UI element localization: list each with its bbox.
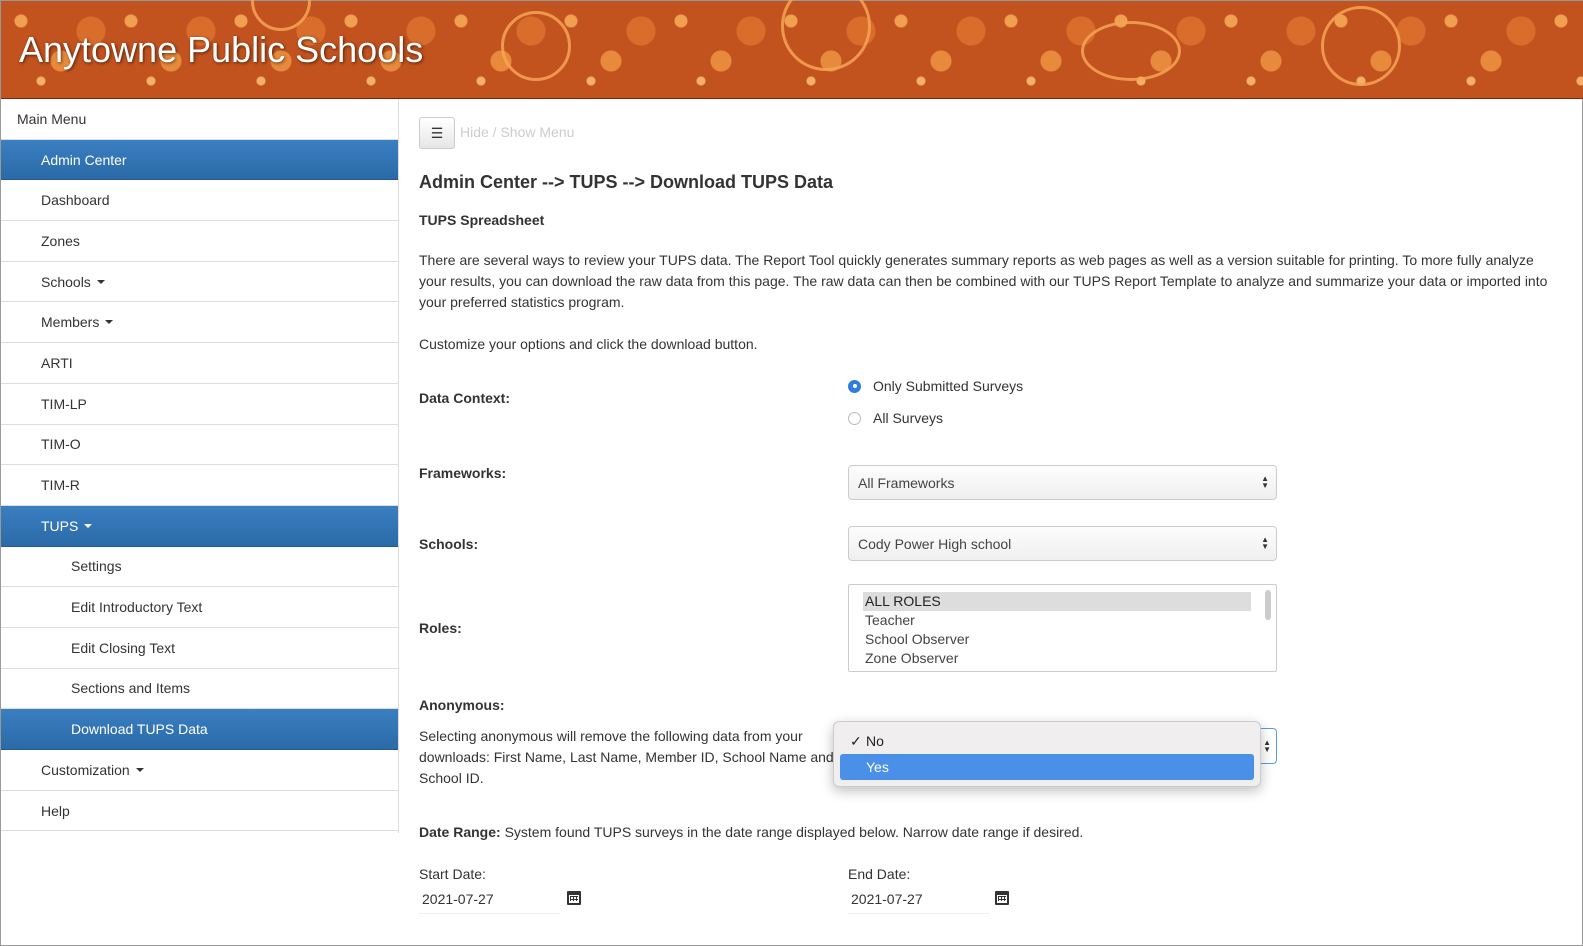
sidebar-item-label: Edit Closing Text xyxy=(71,639,176,656)
option-label: Yes xyxy=(866,759,889,775)
sidebar-main-menu[interactable]: Main Menu xyxy=(1,99,398,140)
menu-toggle-button[interactable]: ☰ xyxy=(419,117,455,149)
radio-label: Only Submitted Surveys xyxy=(873,378,1024,394)
select-arrows-icon: ▲ ▼ xyxy=(1261,474,1269,490)
sidebar-item-tim-r[interactable]: TIM-R xyxy=(1,465,398,506)
caret-down-icon xyxy=(84,523,93,528)
schools-label: Schools: xyxy=(419,536,479,552)
page-title: Admin Center --> TUPS --> Download TUPS … xyxy=(419,172,834,192)
roles-option[interactable]: Zone Observer xyxy=(863,649,1251,668)
sidebar-item-download-tups-data[interactable]: Download TUPS Data xyxy=(1,709,398,750)
roles-listbox[interactable]: ALL ROLES Teacher School Observer Zone O… xyxy=(848,584,1277,672)
radio-unchecked-icon[interactable] xyxy=(848,411,861,425)
menu-toggle-label[interactable]: Hide / Show Menu xyxy=(460,124,574,140)
sidebar-item-label: Zones xyxy=(41,232,80,249)
calendar-icon[interactable] xyxy=(995,891,1009,905)
sidebar-item-label: Members xyxy=(41,314,100,331)
sidebar-item-sections-and-items[interactable]: Sections and Items xyxy=(1,668,398,710)
sidebar-item-members[interactable]: Members xyxy=(1,302,398,344)
roles-option[interactable]: School Observer xyxy=(863,630,1251,649)
anonymous-dropdown-menu: ✓ No Yes xyxy=(833,721,1261,787)
roles-label: Roles: xyxy=(419,620,462,636)
sidebar-item-label: Schools xyxy=(41,273,91,290)
listbox-scrollbar[interactable] xyxy=(1265,590,1271,620)
sidebar-item-label: ARTI xyxy=(41,354,73,371)
sidebar-item-customization[interactable]: Customization xyxy=(1,750,398,791)
sidebar-item-schools[interactable]: Schools xyxy=(1,261,398,303)
radio-all-surveys[interactable]: All Surveys xyxy=(848,410,943,426)
sidebar-item-label: Download TUPS Data xyxy=(71,721,208,738)
sidebar-item-label: TUPS xyxy=(41,517,79,534)
sidebar-item-tim-lp[interactable]: TIM-LP xyxy=(1,383,398,425)
end-date-input[interactable]: 2021-07-27 xyxy=(848,885,989,914)
start-date-label: Start Date: xyxy=(419,866,486,882)
sidebar-item-dashboard[interactable]: Dashboard xyxy=(1,180,398,222)
header-banner: Anytowne Public Schools xyxy=(1,0,1583,99)
sidebar-item-label: TIM-R xyxy=(41,477,80,494)
select-arrows-icon: ▲ ▼ xyxy=(1263,738,1271,754)
sidebar-item-label: TIM-LP xyxy=(41,395,87,412)
sidebar-item-tups[interactable]: TUPS xyxy=(1,505,398,547)
sidebar-item-label: Customization xyxy=(41,761,130,778)
dropdown-option-no[interactable]: ✓ No xyxy=(840,728,1254,754)
sidebar-item-label: Settings xyxy=(71,558,122,575)
radio-only-submitted[interactable]: Only Submitted Surveys xyxy=(848,378,1023,394)
sidebar-item-arti[interactable]: ARTI xyxy=(1,343,398,384)
anonymous-description: Selecting anonymous will remove the foll… xyxy=(419,728,834,786)
frameworks-label: Frameworks: xyxy=(419,465,507,481)
intro-text: There are several ways to review your TU… xyxy=(419,252,1548,310)
sidebar-item-label: Dashboard xyxy=(41,192,110,209)
caret-down-icon xyxy=(135,767,144,772)
calendar-icon[interactable] xyxy=(567,891,581,905)
select-value: All Frameworks xyxy=(858,474,955,491)
anonymous-label: Anonymous: xyxy=(419,697,505,713)
roles-option[interactable]: Teacher xyxy=(863,611,1251,630)
date-range-label: Date Range: xyxy=(419,824,501,840)
sidebar-item-edit-closing-text[interactable]: Edit Closing Text xyxy=(1,627,398,669)
end-date-label: End Date: xyxy=(848,866,911,882)
select-value: Cody Power High school xyxy=(858,535,1012,552)
start-date-input[interactable]: 2021-07-27 xyxy=(419,885,560,914)
caret-down-icon xyxy=(105,320,114,325)
sidebar-item-label: Help xyxy=(41,802,70,819)
radio-label: All Surveys xyxy=(873,410,944,426)
sidebar-item-help[interactable]: Help xyxy=(1,790,398,832)
sidebar-item-label: Sections and Items xyxy=(71,680,191,697)
sidebar-item-zones[interactable]: Zones xyxy=(1,221,398,262)
data-context-label: Data Context: xyxy=(419,390,511,406)
date-range-description: System found TUPS surveys in the date ra… xyxy=(500,824,1084,840)
sidebar-item-label: Main Menu xyxy=(17,110,87,127)
sidebar-item-admin-center[interactable]: Admin Center xyxy=(1,139,398,181)
sidebar-item-settings[interactable]: Settings xyxy=(1,546,398,588)
roles-option[interactable]: ALL ROLES xyxy=(863,592,1251,611)
date-range-text: Date Range: System found TUPS surveys in… xyxy=(419,824,1083,840)
section-title: TUPS Spreadsheet xyxy=(419,212,545,228)
dropdown-option-yes[interactable]: Yes xyxy=(840,754,1254,780)
site-title[interactable]: Anytowne Public Schools xyxy=(19,29,423,71)
sidebar-item-tim-o[interactable]: TIM-O xyxy=(1,424,398,466)
caret-down-icon xyxy=(96,279,105,284)
instructions-text: Customize your options and click the dow… xyxy=(419,336,758,352)
sidebar-item-label: Edit Introductory Text xyxy=(71,599,203,616)
select-arrows-icon: ▲ ▼ xyxy=(1261,535,1269,551)
sidebar-item-label: TIM-O xyxy=(41,436,81,453)
option-label: No xyxy=(866,733,884,749)
sidebar-item-edit-introductory-text[interactable]: Edit Introductory Text xyxy=(1,587,398,628)
hamburger-icon: ☰ xyxy=(430,124,444,141)
schools-select[interactable]: Cody Power High school ▲ ▼ xyxy=(848,526,1277,561)
sidebar: Main Menu Admin Center Dashboard Zones S… xyxy=(1,99,399,833)
frameworks-select[interactable]: All Frameworks ▲ ▼ xyxy=(848,465,1277,500)
checkmark-icon: ✓ xyxy=(850,732,862,749)
sidebar-item-label: Admin Center xyxy=(41,151,127,168)
radio-checked-icon[interactable] xyxy=(848,379,861,393)
